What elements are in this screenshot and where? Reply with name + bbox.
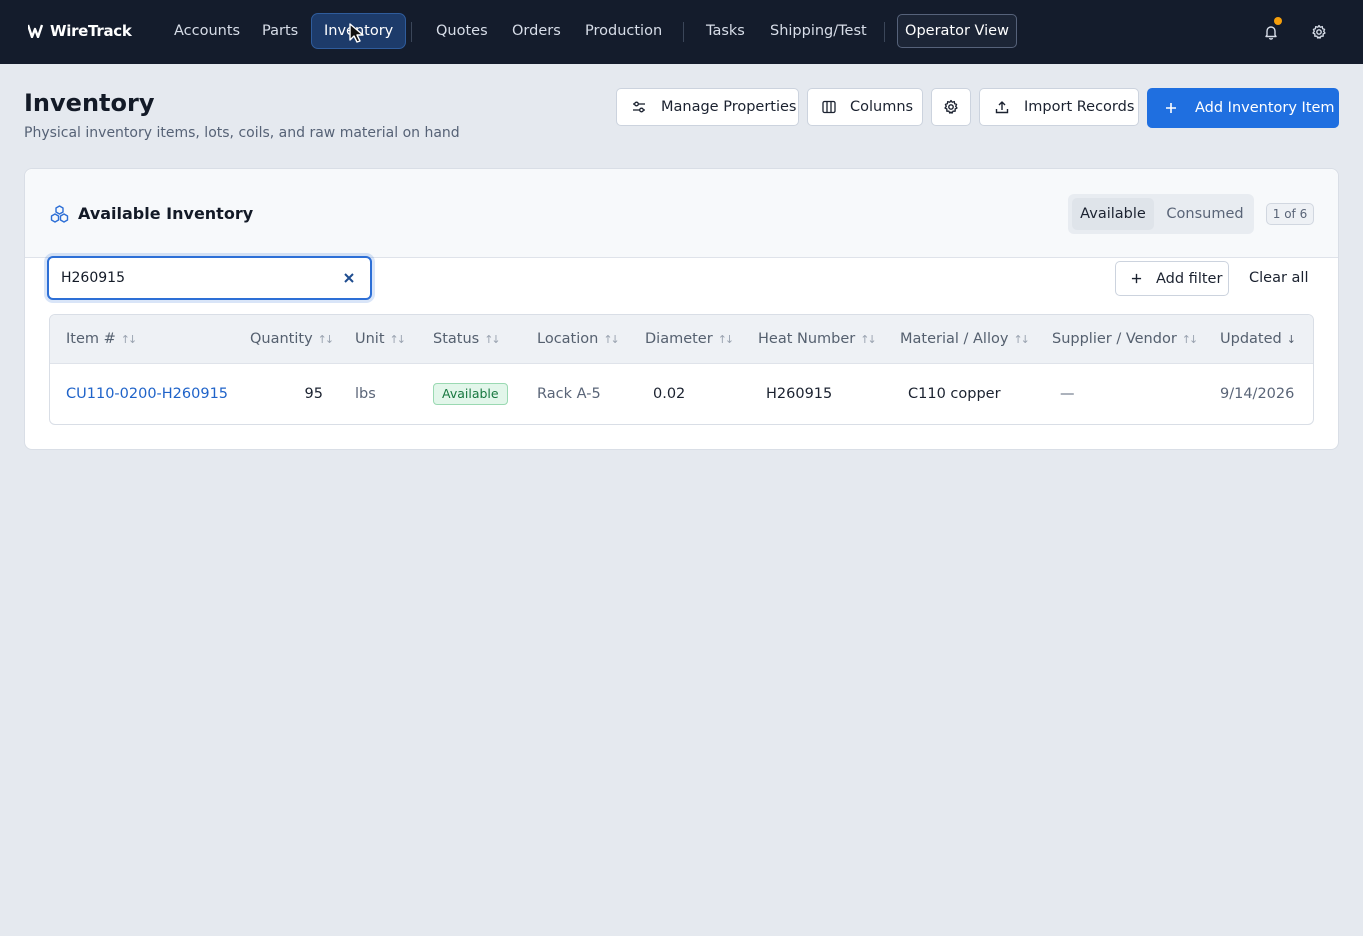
columns-button[interactable]: Columns — [807, 88, 923, 126]
gear-icon — [943, 99, 959, 115]
sort-icon: ↑↓ — [1181, 333, 1199, 346]
sort-icon: ↑↓ — [717, 333, 735, 346]
column-label: Supplier / Vendor — [1052, 331, 1177, 347]
column-label: Diameter — [645, 331, 713, 347]
column-header-quantity[interactable]: Quantity ↑↓ — [250, 315, 335, 364]
column-label: Quantity — [250, 331, 313, 347]
notification-dot — [1274, 17, 1282, 25]
column-header-updated[interactable]: Updated ↓ — [1220, 315, 1296, 364]
clear-search-icon[interactable] — [341, 270, 357, 286]
page-title: Inventory — [24, 89, 155, 117]
sort-icon: ↑↓ — [120, 333, 138, 346]
sort-icon: ↑↓ — [1013, 333, 1030, 346]
quantity-cell: 95 — [304, 386, 323, 402]
gear-icon — [1312, 24, 1326, 39]
column-header-supplier[interactable]: Supplier / Vendor ↑↓ — [1052, 315, 1199, 364]
nav-accounts[interactable]: Accounts — [162, 13, 252, 49]
location-cell: Rack A-5 — [537, 386, 601, 402]
tab-available[interactable]: Available — [1072, 198, 1154, 230]
sliders-icon — [617, 100, 661, 114]
import-records-button[interactable]: Import Records — [979, 88, 1139, 126]
result-count-badge: 1 of 6 — [1266, 203, 1314, 225]
plus-icon — [1147, 102, 1195, 114]
nav-divider — [884, 22, 885, 42]
upload-icon — [980, 100, 1024, 114]
add-filter-label: Add filter — [1156, 270, 1223, 287]
column-header-material[interactable]: Material / Alloy ↑↓ — [900, 315, 1030, 364]
settings-button[interactable] — [1307, 20, 1331, 44]
column-label: Heat Number — [758, 331, 856, 347]
add-inventory-item-button[interactable]: Add Inventory Item — [1147, 88, 1339, 128]
column-label: Status — [433, 331, 480, 347]
inventory-card: Available Inventory Available Consumed 1… — [24, 168, 1339, 450]
clear-all-button[interactable]: Clear all — [1243, 261, 1314, 296]
column-label: Item # — [66, 331, 116, 347]
nav-orders[interactable]: Orders — [500, 13, 573, 49]
top-navbar: WireTrack Accounts Parts Inventory Quote… — [0, 0, 1363, 64]
status-badge: Available — [433, 383, 508, 405]
add-inventory-item-label: Add Inventory Item — [1195, 100, 1335, 116]
table-header: Item # ↑↓ Quantity ↑↓ Unit ↑↓ Status ↑↓ Loca… — [50, 315, 1313, 364]
heat-number-cell: H260915 — [766, 386, 833, 402]
brand-logo[interactable]: WireTrack — [28, 20, 132, 42]
unit-cell: lbs — [355, 386, 376, 402]
item-number-link[interactable]: CU110-0200-H260915 — [66, 364, 228, 424]
sort-icon: ↑↓ — [484, 333, 501, 346]
nav-inventory[interactable]: Inventory — [311, 13, 407, 49]
operator-view-button[interactable]: Operator View — [897, 14, 1017, 48]
columns-icon — [808, 100, 850, 114]
column-header-unit[interactable]: Unit ↑↓ — [355, 315, 407, 364]
sort-icon: ↑↓ — [860, 333, 877, 346]
availability-toggle: Available Consumed — [1068, 194, 1254, 234]
nav-shipping-test[interactable]: Shipping/Test — [758, 13, 879, 49]
bell-icon — [1265, 26, 1277, 40]
plus-icon — [1116, 273, 1156, 284]
card-header: Available Inventory Available Consumed 1… — [25, 169, 1338, 258]
columns-label: Columns — [850, 99, 914, 115]
nav-divider — [683, 22, 684, 42]
table-settings-button[interactable] — [931, 88, 971, 126]
search-input[interactable] — [61, 258, 331, 298]
notifications-button[interactable] — [1259, 17, 1283, 44]
column-label: Updated — [1220, 331, 1282, 347]
nav-parts[interactable]: Parts — [250, 13, 310, 49]
manage-properties-label: Manage Properties — [661, 99, 797, 115]
column-header-diameter[interactable]: Diameter ↑↓ — [645, 315, 735, 364]
column-header-status[interactable]: Status ↑↓ — [433, 315, 501, 364]
column-header-heat-number[interactable]: Heat Number ↑↓ — [758, 315, 877, 364]
diameter-cell: 0.02 — [653, 386, 686, 402]
material-cell: C110 copper — [908, 386, 1001, 402]
column-header-location[interactable]: Location ↑↓ — [537, 315, 620, 364]
inventory-table: Item # ↑↓ Quantity ↑↓ Unit ↑↓ Status ↑↓ Loca… — [49, 314, 1314, 425]
column-label: Location — [537, 331, 599, 347]
boxes-icon — [50, 205, 69, 223]
sort-icon: ↑↓ — [317, 333, 335, 346]
column-label: Material / Alloy — [900, 331, 1009, 347]
sort-icon: ↑↓ — [389, 333, 407, 346]
tab-consumed[interactable]: Consumed — [1160, 198, 1250, 230]
card-title: Available Inventory — [78, 204, 254, 223]
supplier-cell: — — [1060, 386, 1075, 402]
table-row[interactable]: CU110-0200-H260915 95 lbs Available Rack… — [50, 364, 1313, 424]
nav-quotes[interactable]: Quotes — [424, 13, 500, 49]
search-box — [47, 256, 372, 300]
nav-tasks[interactable]: Tasks — [694, 13, 757, 49]
updated-cell: 9/14/2026 — [1220, 386, 1295, 402]
column-header-item[interactable]: Item # ↑↓ — [66, 315, 138, 364]
nav-production[interactable]: Production — [573, 13, 674, 49]
wiretrack-logo-icon — [28, 24, 44, 38]
column-label: Unit — [355, 331, 385, 347]
page-subtitle: Physical inventory items, lots, coils, a… — [24, 125, 460, 141]
sort-desc-icon: ↓ — [1286, 333, 1296, 346]
sort-icon: ↑↓ — [603, 333, 620, 346]
brand-name: WireTrack — [50, 22, 132, 40]
import-records-label: Import Records — [1024, 99, 1135, 115]
manage-properties-button[interactable]: Manage Properties — [616, 88, 799, 126]
add-filter-button[interactable]: Add filter — [1115, 261, 1229, 296]
nav-divider — [411, 22, 412, 42]
